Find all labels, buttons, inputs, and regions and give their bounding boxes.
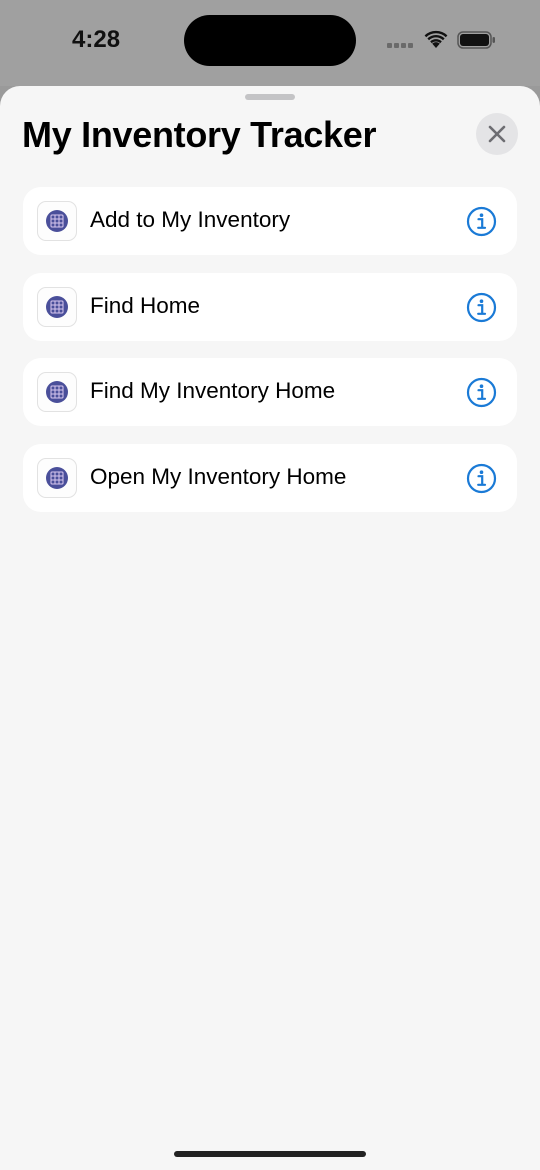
status-bar: 4:28 [0, 0, 540, 86]
app-grid-icon [37, 286, 77, 327]
sheet-title: My Inventory Tracker [22, 114, 377, 155]
status-time: 4:28 [72, 26, 121, 53]
shortcut-label: Find Home [90, 292, 201, 318]
app-grid-icon [37, 372, 77, 412]
home-indicator[interactable] [174, 1151, 366, 1157]
shortcut-row-find-my-inventory-home[interactable]: Find My Inventory Home [23, 358, 517, 426]
cellular-signal-icon [387, 43, 413, 49]
info-icon[interactable] [466, 377, 497, 408]
wifi-icon [424, 30, 448, 48]
shortcut-list: Add to My Inventory Find Home Find My In… [23, 187, 517, 529]
sheet-grabber[interactable] [245, 94, 295, 100]
close-icon [488, 125, 506, 143]
battery-icon [457, 31, 495, 49]
shortcut-row-find-home[interactable]: Find Home [23, 272, 517, 341]
shortcut-label: Open My Inventory Home [90, 463, 347, 489]
info-icon[interactable] [466, 292, 497, 323]
shortcut-row-open-my-inventory-home[interactable]: Open My Inventory Home [23, 443, 517, 512]
info-icon[interactable] [466, 206, 497, 237]
shortcuts-sheet: My Inventory Tracker Add to My Inventory [0, 86, 540, 1170]
close-button[interactable] [476, 113, 518, 155]
shortcut-label: Add to My Inventory [90, 207, 291, 232]
app-grid-icon [37, 201, 77, 241]
app-grid-icon [37, 457, 77, 498]
dynamic-island [184, 15, 356, 66]
shortcut-row-add-to-my-inventory[interactable]: Add to My Inventory [23, 187, 517, 255]
info-icon[interactable] [466, 463, 497, 494]
shortcut-label: Find My Inventory Home [90, 378, 336, 403]
screen: 4:28 My Inventory Tracker Add to My Inve… [0, 0, 540, 1170]
